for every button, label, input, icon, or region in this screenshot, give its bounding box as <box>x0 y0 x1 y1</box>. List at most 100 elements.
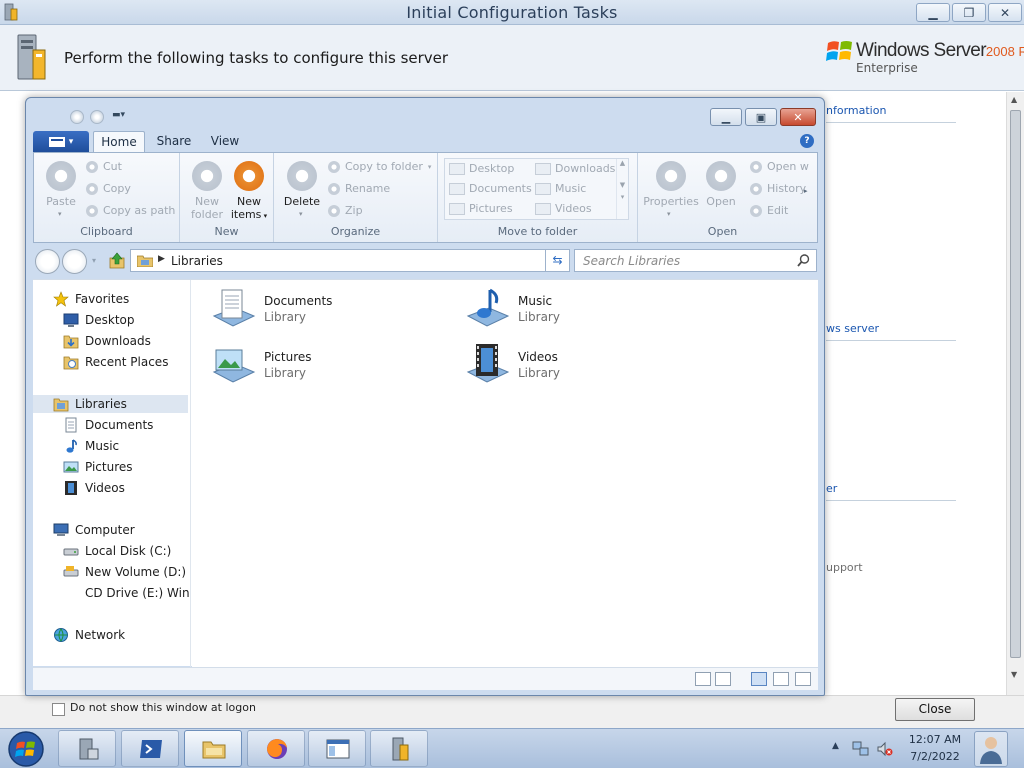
nav-desktop[interactable]: Desktop <box>63 311 135 329</box>
tab-home[interactable]: Home <box>93 131 145 152</box>
nav-recent-places[interactable]: Recent Places <box>63 353 168 371</box>
taskbar-server-manager[interactable] <box>58 730 116 767</box>
back-button[interactable] <box>35 249 60 274</box>
user-avatar[interactable] <box>974 731 1008 767</box>
library-pictures[interactable]: Pictures Library <box>210 342 430 390</box>
move-to-gallery[interactable]: Desktop Downloads Documents Music Pictur… <box>444 158 629 220</box>
qat-new-folder-icon[interactable] <box>90 110 104 124</box>
clock-date[interactable]: 7/2/2022 <box>900 750 970 763</box>
preview-pane-icon[interactable] <box>773 672 789 686</box>
search-icon[interactable] <box>797 254 810 267</box>
expand-icon[interactable]: ▾ <box>617 193 628 201</box>
close-button[interactable]: Close <box>895 698 975 721</box>
nav-local-disk-c[interactable]: Local Disk (C:) <box>63 542 171 560</box>
ribbon-scroll-right-icon[interactable]: ▸ <box>804 187 808 195</box>
details-pane-icon[interactable] <box>795 672 811 686</box>
network-status-icon[interactable] <box>852 740 870 758</box>
gallery-scroll[interactable]: ▲ ▼ ▾ <box>616 159 628 219</box>
library-documents[interactable]: Documents Library <box>210 286 430 334</box>
explorer-maximize-button[interactable]: ▣ <box>745 108 777 126</box>
address-row: ▾ ▶ Libraries ▼ ⇆ Search Libraries <box>33 248 818 274</box>
address-bar[interactable]: ▶ Libraries ▼ <box>130 249 567 272</box>
nav-new-volume-d[interactable]: New Volume (D:) <box>63 563 186 581</box>
scrollbar-thumb[interactable] <box>1010 110 1021 658</box>
nav-videos[interactable]: Videos <box>63 479 125 497</box>
properties-button[interactable]: Properties <box>640 195 702 208</box>
explorer-close-button[interactable]: ✕ <box>780 108 816 126</box>
forward-button[interactable] <box>62 249 87 274</box>
minimize-button[interactable]: ▁ <box>916 3 950 22</box>
volume-muted-icon[interactable] <box>876 740 894 758</box>
close-window-button[interactable]: ✕ <box>988 3 1022 22</box>
large-icons-view-icon[interactable] <box>715 672 731 686</box>
nav-music[interactable]: Music <box>63 437 119 455</box>
copy-button[interactable]: Copy <box>86 182 131 195</box>
scroll-up-icon[interactable]: ▲ <box>1011 95 1017 104</box>
chevron-down-icon: ▾ <box>427 162 432 171</box>
history-button[interactable]: History <box>750 182 806 195</box>
library-videos[interactable]: Videos Library <box>464 342 684 390</box>
side-link-server[interactable]: ws server <box>826 322 879 335</box>
recent-places-icon <box>63 354 79 370</box>
scroll-up-icon[interactable]: ▲ <box>617 159 628 167</box>
recent-locations-icon[interactable]: ▾ <box>92 256 96 265</box>
start-button[interactable] <box>6 730 46 768</box>
delete-button[interactable]: Delete <box>276 195 328 208</box>
nav-downloads[interactable]: Downloads <box>63 332 151 350</box>
clock-time[interactable]: 12:07 AM <box>900 733 970 746</box>
taskbar-console[interactable] <box>308 730 366 767</box>
open-with-button[interactable]: Open w <box>750 160 809 173</box>
qat-dropdown-icon[interactable]: ▬▾ <box>112 110 125 120</box>
taskbar-powershell[interactable] <box>121 730 179 767</box>
nav-network[interactable]: Network <box>53 626 125 644</box>
rename-button[interactable]: Rename <box>328 182 390 195</box>
nav-computer[interactable]: Computer <box>53 521 135 539</box>
explorer-minimize-button[interactable]: ▁ <box>710 108 742 126</box>
new-items-button[interactable]: New items ▾ <box>224 195 274 223</box>
breadcrumb[interactable]: Libraries <box>171 254 223 268</box>
do-not-show-checkbox[interactable] <box>52 703 65 716</box>
paste-button[interactable]: Paste <box>40 195 82 208</box>
taskbar-firefox[interactable] <box>247 730 305 767</box>
scroll-down-icon[interactable]: ▼ <box>617 181 628 189</box>
side-link-er[interactable]: er <box>826 482 837 495</box>
move-to-videos[interactable]: Videos <box>535 202 592 215</box>
tab-view[interactable]: View <box>205 131 245 152</box>
zip-button[interactable]: Zip <box>328 204 363 217</box>
vertical-scrollbar[interactable]: ▲ ▼ <box>1006 92 1024 695</box>
library-music[interactable]: Music Library <box>464 286 684 334</box>
restore-button[interactable]: ❐ <box>952 3 986 22</box>
qat-properties-icon[interactable] <box>70 110 84 124</box>
refresh-button[interactable]: ⇆ <box>545 249 570 272</box>
breadcrumb-arrow-icon[interactable]: ▶ <box>158 254 165 264</box>
taskbar-configuration-tasks[interactable] <box>370 730 428 767</box>
new-items-label-1: New <box>237 195 261 208</box>
details-view-icon[interactable] <box>695 672 711 686</box>
copy-to-folder-button[interactable]: Copy to folder ▾ <box>328 160 431 173</box>
move-to-music[interactable]: Music <box>535 182 586 195</box>
scroll-down-icon[interactable]: ▼ <box>1011 670 1017 679</box>
navigation-pane-toggle-icon[interactable] <box>751 672 767 686</box>
nav-libraries[interactable]: Libraries <box>33 395 188 413</box>
open-button[interactable]: Open <box>700 195 742 208</box>
tab-share[interactable]: Share <box>151 131 197 152</box>
move-to-documents[interactable]: Documents <box>449 182 532 195</box>
copy-as-path-button[interactable]: Copy as path <box>86 204 175 217</box>
edit-button[interactable]: Edit <box>750 204 788 217</box>
up-folder-icon[interactable] <box>109 252 125 269</box>
show-hidden-icons-icon[interactable]: ▲ <box>832 741 839 751</box>
move-to-pictures[interactable]: Pictures <box>449 202 513 215</box>
move-to-desktop[interactable]: Desktop <box>449 162 514 175</box>
nav-documents[interactable]: Documents <box>63 416 153 434</box>
taskbar-file-explorer[interactable] <box>184 730 242 767</box>
help-icon[interactable]: ? <box>800 134 814 148</box>
file-menu-button[interactable]: ▾ <box>33 131 89 152</box>
nav-favorites[interactable]: Favorites <box>53 290 129 308</box>
nav-pictures[interactable]: Pictures <box>63 458 133 476</box>
move-to-downloads[interactable]: Downloads <box>535 162 615 175</box>
cut-button[interactable]: Cut <box>86 160 122 173</box>
library-type: Library <box>264 310 306 324</box>
nav-cd-drive-e[interactable]: CD Drive (E:) Windo <box>63 584 190 602</box>
side-link-information[interactable]: nformation <box>826 104 886 117</box>
search-input[interactable]: Search Libraries <box>574 249 817 272</box>
